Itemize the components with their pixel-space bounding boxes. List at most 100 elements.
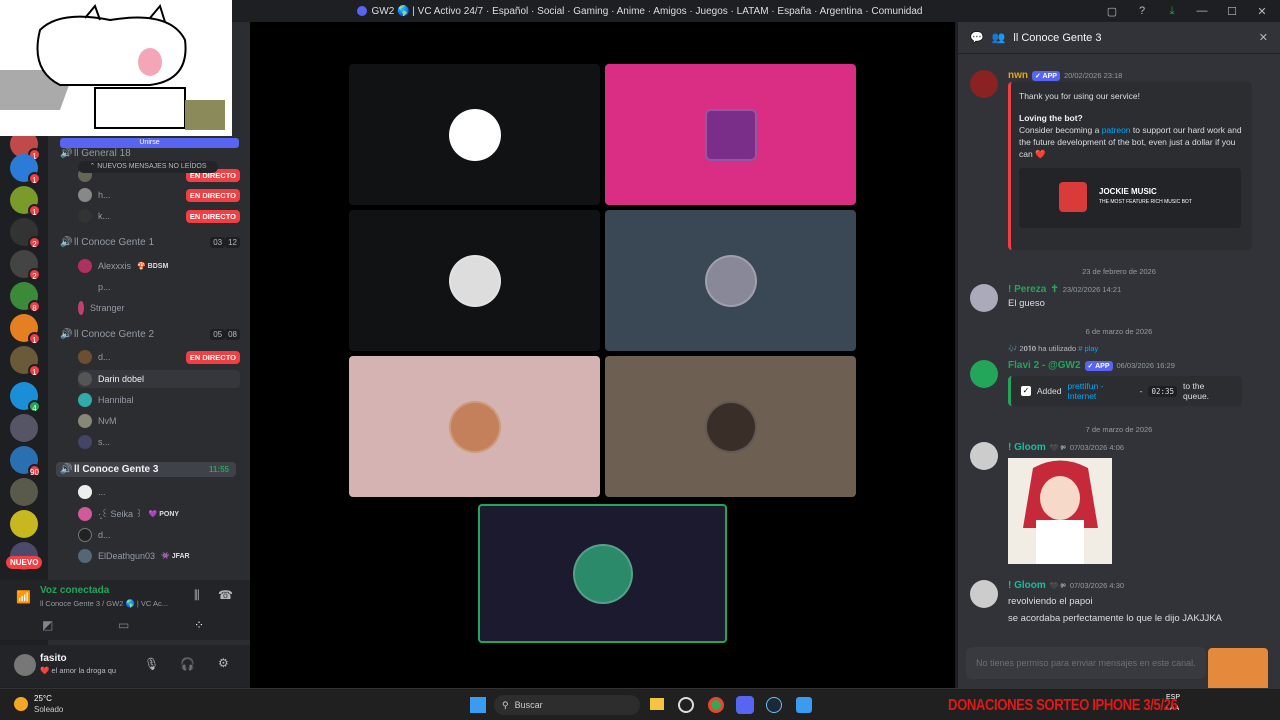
avatar xyxy=(78,435,92,449)
app2-icon[interactable] xyxy=(796,697,812,713)
activities-icon[interactable]: ⁘ xyxy=(194,618,204,632)
voice-channel-1[interactable]: 🔊 ll Conoce Gente 1 03 12 xyxy=(60,237,240,248)
close-icon[interactable]: ✕ xyxy=(1259,31,1268,44)
weather-desc: Soleado xyxy=(34,705,64,714)
voice-channel-general[interactable]: 🔊 ll General 18 xyxy=(60,148,240,159)
windows-start-icon[interactable] xyxy=(470,697,486,713)
image-attachment[interactable] xyxy=(1008,458,1112,564)
author-name[interactable]: Flavi 2 - @GW2 xyxy=(1008,360,1081,371)
voice-connected-label[interactable]: Voz conectada xyxy=(40,585,109,596)
avatar[interactable] xyxy=(970,70,998,98)
new-messages-banner[interactable]: ⌃ NUEVOS MENSAJES NO LEÍDOS xyxy=(78,161,218,173)
voice-user[interactable]: h... EN DIRECTO xyxy=(78,186,240,204)
voice-user[interactable]: p... xyxy=(78,278,240,296)
participant-tile[interactable] xyxy=(605,356,856,497)
command-link[interactable]: # play xyxy=(1078,344,1098,353)
avatar[interactable] xyxy=(970,442,998,470)
message: ! Gloom 🖤 ᵍᵉ 07/03/2026 4:06 xyxy=(970,442,1270,567)
file-explorer-icon[interactable] xyxy=(650,698,664,710)
server-icon[interactable]: 1 xyxy=(10,154,41,185)
author-name[interactable]: ! Gloom xyxy=(1008,580,1046,591)
taskbar-search[interactable]: ⚲ Buscar xyxy=(494,695,640,715)
server-icon-gw2[interactable]: 4 xyxy=(10,382,41,413)
voice-user[interactable]: ... xyxy=(78,483,240,501)
weather-temp[interactable]: 25°C xyxy=(34,694,52,703)
disconnect-icon[interactable]: ☎ xyxy=(218,588,233,602)
server-icon[interactable]: 8 xyxy=(10,282,41,313)
user-name: ElDeathgun03 xyxy=(98,551,156,561)
embed-body: Consider becoming a patreon to support o… xyxy=(1019,124,1244,160)
discord-icon xyxy=(357,6,368,16)
download-icon[interactable]: ⤓ xyxy=(1164,3,1180,19)
voice-user[interactable]: ElDeathgun03 👾 JFAR xyxy=(78,547,240,565)
author-line: ! Gloom 🖤 ᵍᵉ 07/03/2026 4:30 xyxy=(1008,580,1124,591)
voice-user[interactable]: s... xyxy=(78,433,240,451)
voice-channel-path[interactable]: ll Conoce Gente 3 / GW2 🌎 | VC Ac... xyxy=(40,599,168,608)
panel-title: ll Conoce Gente 3 xyxy=(1013,31,1102,44)
track-link[interactable]: prettifun - Internet xyxy=(1067,381,1133,401)
server-icon[interactable]: 2 xyxy=(10,218,41,249)
new-badge[interactable]: NUEVO xyxy=(6,556,43,569)
mention-badge: 8 xyxy=(28,300,41,313)
voice-user[interactable]: Darin dobel xyxy=(78,370,240,388)
patreon-link[interactable]: patreon xyxy=(1102,125,1131,135)
server-icon[interactable]: 1 xyxy=(10,186,41,217)
help-icon[interactable]: ? xyxy=(1134,3,1150,19)
noise-suppression-icon[interactable]: ⫼ xyxy=(194,588,200,603)
settings-icon[interactable]: ⚙ xyxy=(218,656,229,670)
screen-share-icon[interactable]: ▭ xyxy=(118,618,129,632)
author-name[interactable]: ! Pereza xyxy=(1008,284,1046,295)
live-badge: EN DIRECTO xyxy=(185,209,240,223)
voice-user[interactable]: ·̩͙꒰ Seika ꒱ 💜 PONY xyxy=(78,505,240,523)
avatar xyxy=(78,350,92,364)
participant-tile-speaking[interactable] xyxy=(478,504,727,643)
voice-user[interactable]: d... xyxy=(78,526,240,544)
chrome-icon[interactable] xyxy=(708,697,724,713)
maximize-icon[interactable]: ☐ xyxy=(1224,3,1240,19)
avatar[interactable] xyxy=(970,284,998,312)
participant-tile[interactable] xyxy=(349,356,600,497)
user-name: Alexxxis xyxy=(98,261,132,271)
microphone-icon[interactable]: 🎙 xyxy=(144,657,159,671)
custom-status: ❤️ el amor la droga qu xyxy=(40,666,117,675)
server-icon[interactable]: 2 xyxy=(10,250,41,281)
speaker-icon: 🔊 xyxy=(60,148,73,159)
voice-user[interactable]: NvM xyxy=(78,412,240,430)
user-name: ·̩͙꒰ Seika ꒱ xyxy=(98,509,143,519)
avatar[interactable] xyxy=(970,360,998,388)
inbox-icon[interactable]: ▢ xyxy=(1104,3,1120,19)
minimize-icon[interactable]: — xyxy=(1194,3,1210,19)
steam-icon[interactable] xyxy=(766,697,782,713)
camera-off-icon[interactable]: ◩ xyxy=(42,618,53,632)
server-icon[interactable]: 90 xyxy=(10,446,41,477)
server-icon[interactable] xyxy=(10,510,38,538)
voice-channel-2[interactable]: 🔊 ll Conoce Gente 2 05 08 xyxy=(60,329,240,340)
voice-user[interactable]: Hannibal xyxy=(78,391,240,409)
voice-user[interactable]: d... EN DIRECTO xyxy=(78,348,240,366)
close-window-icon[interactable]: ✕ xyxy=(1254,3,1270,19)
message-input[interactable]: No tienes permiso para enviar mensajes e… xyxy=(966,647,1206,679)
join-bar[interactable]: Unirse xyxy=(60,138,239,148)
server-icon[interactable] xyxy=(10,478,38,506)
timestamp: 23/02/2026 14:21 xyxy=(1062,285,1122,294)
participant-tile[interactable] xyxy=(349,210,600,351)
server-icon[interactable]: 1 xyxy=(10,314,41,345)
avatar[interactable] xyxy=(970,580,998,608)
headphones-icon[interactable]: 🎧 xyxy=(180,657,195,671)
app-icon[interactable] xyxy=(678,697,694,713)
search-icon: ⚲ xyxy=(502,699,509,710)
author-name[interactable]: nwn xyxy=(1008,70,1028,81)
author-line: ! Pereza ✝ 23/02/2026 14:21 xyxy=(1008,284,1121,295)
voice-user[interactable]: Alexxxis 🍄 BDSM xyxy=(78,257,240,275)
server-icon[interactable]: 1 xyxy=(10,346,41,377)
voice-user[interactable]: Stranger xyxy=(78,299,240,317)
server-icon[interactable] xyxy=(10,414,38,442)
user-avatar[interactable] xyxy=(14,654,36,676)
author-name[interactable]: ! Gloom xyxy=(1008,442,1046,453)
voice-channel-3[interactable]: 🔊 ll Conoce Gente 3 11:55 xyxy=(56,462,236,477)
participant-tile[interactable] xyxy=(605,210,856,351)
participant-tile[interactable] xyxy=(349,64,600,205)
discord-taskbar-icon[interactable] xyxy=(736,696,754,714)
participant-tile[interactable] xyxy=(605,64,856,205)
voice-user[interactable]: k... EN DIRECTO xyxy=(78,207,240,225)
